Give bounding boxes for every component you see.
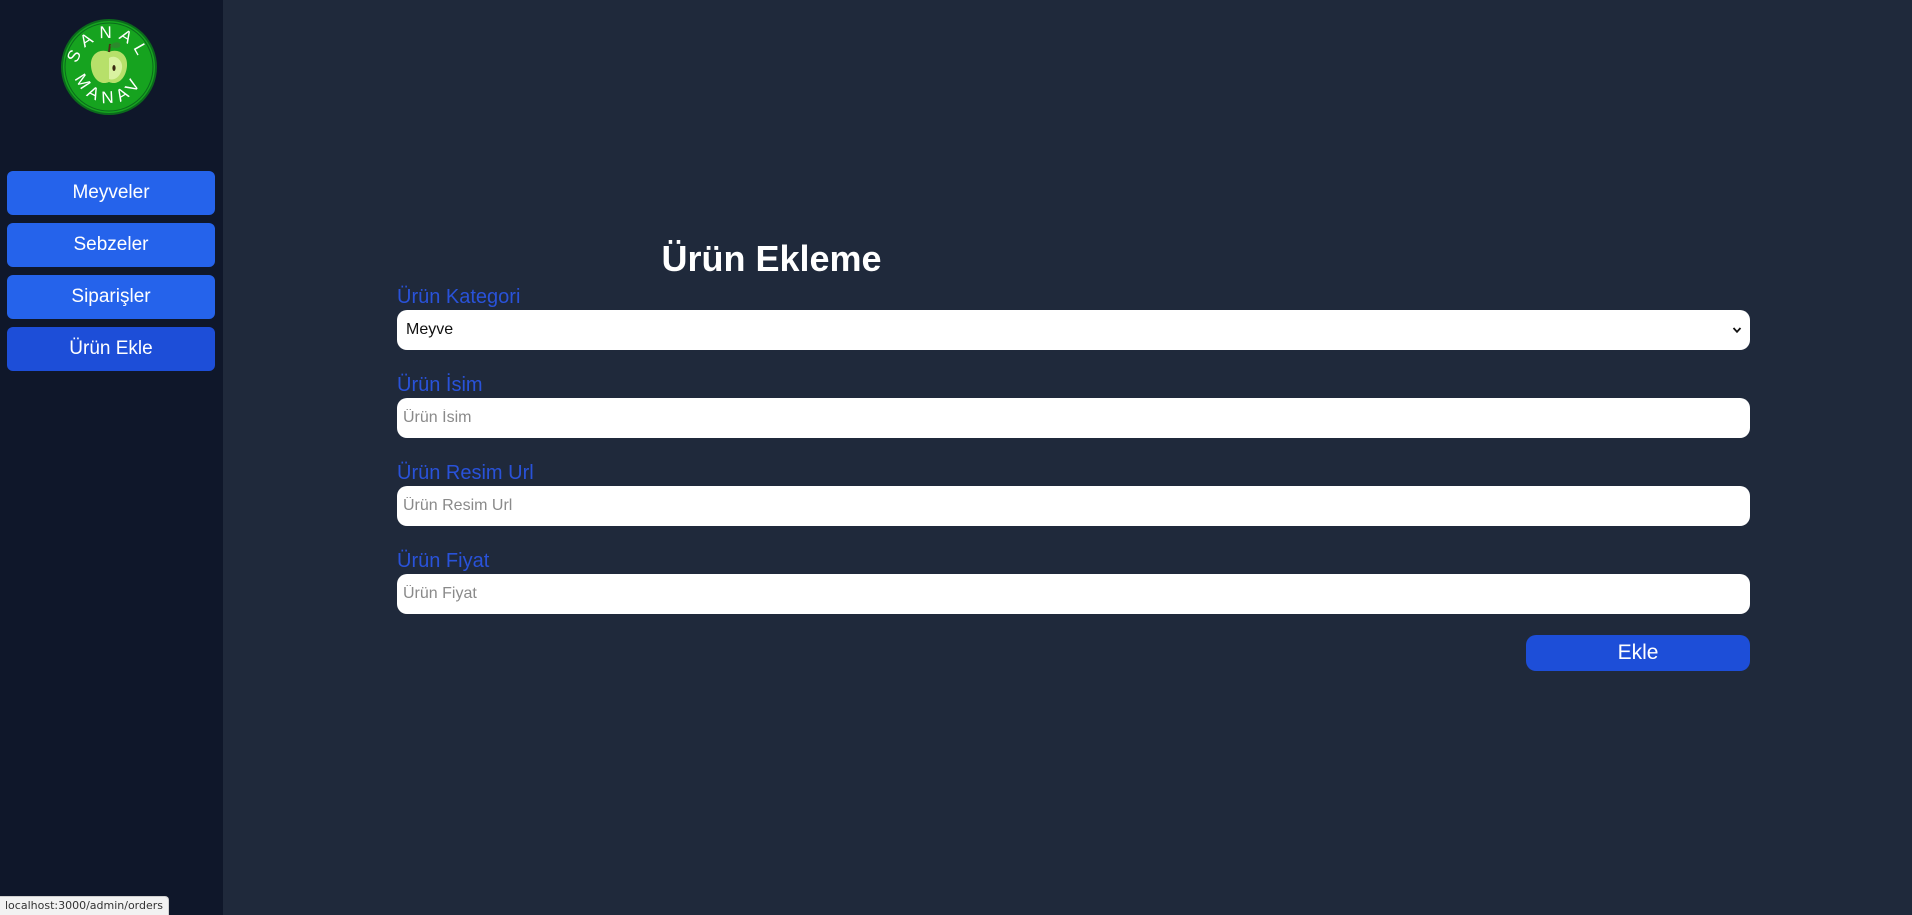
sanal-manav-logo[interactable]: SANAL MANAV	[60, 18, 158, 116]
chevron-down-icon	[1732, 327, 1742, 334]
page-title: Ürün Ekleme	[661, 238, 882, 279]
name-input[interactable]	[397, 398, 1750, 438]
price-field-group: Ürün Fiyat	[397, 548, 1750, 614]
sidebar-item-siparisler[interactable]: Siparişler	[7, 275, 215, 319]
image-url-field-group: Ürün Resim Url	[397, 460, 1750, 526]
category-field-group: Ürün Kategori Meyve	[397, 284, 1750, 350]
sidebar-item-urun-ekle[interactable]: Ürün Ekle	[7, 327, 215, 371]
name-label: Ürün İsim	[397, 374, 483, 396]
sidebar-item-label: Ürün Ekle	[69, 338, 153, 359]
add-product-form: Ürün Kategori Meyve Ürün İsim Ürün Resim…	[397, 284, 1750, 636]
image-url-label: Ürün Resim Url	[397, 462, 534, 484]
price-input[interactable]	[397, 574, 1750, 614]
add-button[interactable]: Ekle	[1526, 635, 1750, 671]
sidebar-item-label: Meyveler	[72, 182, 150, 203]
sidebar-item-meyveler[interactable]: Meyveler	[7, 171, 215, 215]
sidebar: SANAL MANAV Meyveler Sebzeler Siparişler…	[0, 0, 223, 915]
sidebar-item-label: Siparişler	[71, 286, 151, 307]
image-url-input[interactable]	[397, 486, 1750, 526]
category-select[interactable]: Meyve	[397, 310, 1750, 350]
category-label: Ürün Kategori	[397, 286, 521, 308]
browser-status-url: localhost:3000/admin/orders	[0, 896, 170, 915]
name-field-group: Ürün İsim	[397, 372, 1750, 438]
price-label: Ürün Fiyat	[397, 550, 490, 572]
category-select-value: Meyve	[406, 321, 454, 338]
app-root: SANAL MANAV Meyveler Sebzeler Siparişler…	[0, 0, 1912, 915]
apple-logo-icon: SANAL MANAV	[61, 19, 157, 115]
